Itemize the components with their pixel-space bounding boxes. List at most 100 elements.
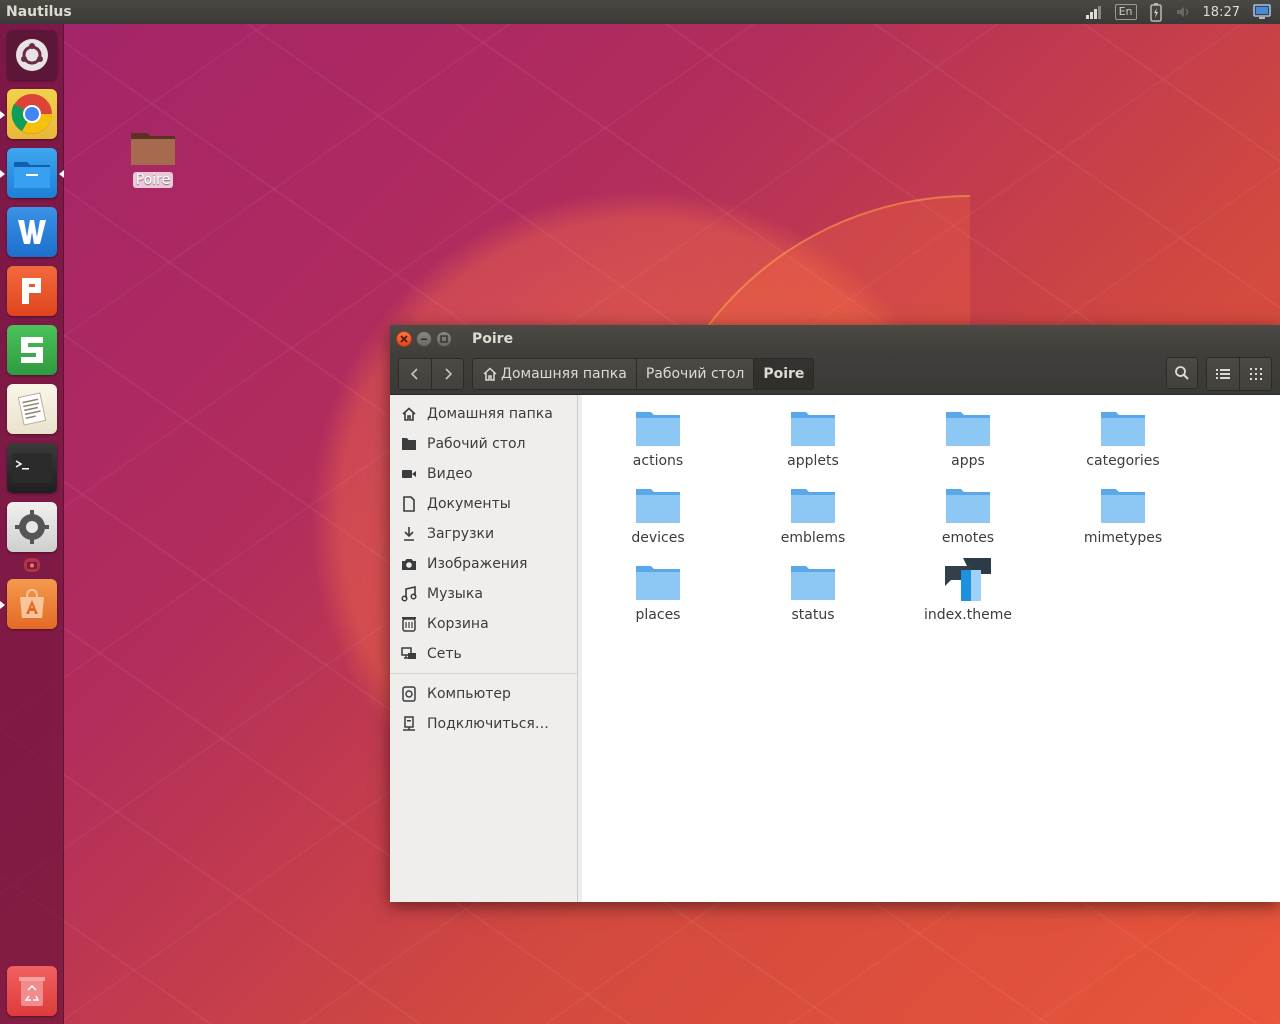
back-button[interactable] (399, 358, 431, 389)
software-center-icon[interactable] (7, 579, 57, 629)
sidebar-item-label: Документы (427, 496, 511, 512)
history-navigation (398, 357, 464, 390)
connect-server-icon (400, 715, 418, 733)
file-label: apps (951, 453, 985, 469)
sidebar-item-label: Изображения (427, 556, 528, 572)
sidebar-item-pictures[interactable]: Изображения (390, 549, 577, 579)
chevron-left-icon (410, 367, 418, 380)
keyboard-layout-indicator[interactable]: En (1114, 4, 1137, 20)
files-icon[interactable] (7, 148, 57, 198)
grid-view-button[interactable] (1239, 357, 1271, 390)
view-switcher (1206, 356, 1272, 391)
sidebar-item-trash[interactable]: Корзина (390, 609, 577, 639)
sidebar-item-downloads[interactable]: Загрузки (390, 519, 577, 549)
ubuntu-dash-icon[interactable] (7, 30, 57, 80)
sidebar-item-label: Компьютер (427, 686, 511, 702)
file-item-theme[interactable]: index.theme (908, 556, 1028, 623)
file-item-folder[interactable]: places (598, 563, 718, 623)
battery-icon[interactable] (1149, 2, 1163, 22)
breadcrumb-label: Poire (763, 365, 805, 382)
breadcrumb-label: Рабочий стол (645, 365, 745, 382)
desktop-folder-icon (400, 435, 418, 453)
maximize-icon (440, 335, 448, 343)
sidebar-item-label: Сеть (427, 646, 462, 662)
close-button[interactable] (396, 331, 412, 347)
video-icon (400, 465, 418, 483)
top-panel: Nautilus En 18:27 (0, 0, 1280, 24)
breadcrumb-current[interactable]: Poire (753, 358, 814, 389)
text-editor-icon[interactable] (7, 384, 57, 434)
file-label: status (791, 607, 835, 623)
file-item-folder[interactable]: devices (598, 486, 718, 546)
file-label: emblems (780, 530, 846, 546)
chrome-icon[interactable] (7, 89, 57, 139)
sidebar-item-label: Корзина (427, 616, 489, 632)
file-label: devices (631, 530, 685, 546)
file-item-folder[interactable]: emotes (908, 486, 1028, 546)
maximize-button[interactable] (436, 331, 452, 347)
folder-icon (790, 486, 836, 524)
folder-icon (635, 563, 681, 601)
file-view[interactable]: actions applets apps categories devices (578, 395, 1280, 902)
clock[interactable]: 18:27 (1203, 2, 1240, 22)
file-item-folder[interactable]: emblems (753, 486, 873, 546)
desktop-folder-label: Poire (132, 172, 174, 188)
search-button[interactable] (1166, 356, 1198, 389)
sidebar-item-network[interactable]: Сеть (390, 639, 577, 669)
file-item-folder[interactable]: actions (598, 409, 718, 469)
list-view-icon (1216, 368, 1230, 379)
file-item-folder[interactable]: apps (908, 409, 1028, 469)
folder-icon (130, 130, 176, 166)
active-indicator (59, 170, 64, 178)
wps-spreadsheets-icon[interactable] (7, 325, 57, 375)
sidebar-item-label: Домашняя папка (427, 406, 553, 422)
desktop-folder-poire[interactable]: Poire (128, 130, 178, 188)
breadcrumb-home[interactable]: Домашняя папка (473, 358, 636, 389)
breadcrumb-desktop[interactable]: Рабочий стол (635, 358, 754, 389)
folder-icon (790, 563, 836, 601)
file-item-folder[interactable]: mimetypes (1063, 486, 1183, 546)
document-icon (400, 495, 418, 513)
launcher (0, 24, 64, 1024)
minimize-button[interactable] (416, 331, 432, 347)
file-label: categories (1086, 453, 1160, 469)
window-title: Poire (472, 331, 514, 347)
sidebar-item-computer[interactable]: Компьютер (390, 679, 577, 709)
chevron-right-icon (444, 367, 452, 380)
theme-file-icon (943, 556, 993, 601)
trash-icon[interactable] (7, 966, 57, 1016)
sound-icon[interactable] (1175, 2, 1191, 22)
wps-presentation-icon[interactable] (7, 266, 57, 316)
screenshot-icon[interactable] (24, 558, 40, 572)
folder-icon (635, 409, 681, 447)
network-icon[interactable] (1085, 2, 1103, 22)
folder-icon (945, 409, 991, 447)
session-icon[interactable] (1252, 2, 1272, 22)
file-item-folder[interactable]: applets (753, 409, 873, 469)
file-item-folder[interactable]: status (753, 563, 873, 623)
file-label: actions (632, 453, 684, 469)
sidebar-item-home[interactable]: Домашняя папка (390, 399, 577, 429)
sidebar-item-label: Подключиться… (427, 716, 549, 732)
sidebar-item-videos[interactable]: Видео (390, 459, 577, 489)
system-settings-icon[interactable] (7, 502, 57, 552)
sidebar-item-desktop[interactable]: Рабочий стол (390, 429, 577, 459)
wps-writer-icon[interactable] (7, 207, 57, 257)
file-label: places (635, 607, 681, 623)
file-label: applets (787, 453, 839, 469)
list-view-button[interactable] (1207, 357, 1239, 390)
file-item-folder[interactable]: categories (1063, 409, 1183, 469)
sidebar-item-documents[interactable]: Документы (390, 489, 577, 519)
window-titlebar[interactable]: Poire (390, 325, 1280, 353)
close-icon (400, 335, 408, 343)
running-indicator (0, 111, 5, 119)
home-icon (483, 366, 497, 381)
network-icon (400, 645, 418, 663)
forward-button[interactable] (431, 358, 463, 389)
terminal-icon[interactable] (7, 443, 57, 493)
sidebar-item-connect-server[interactable]: Подключиться… (390, 709, 577, 739)
breadcrumb: Домашняя папка Рабочий стол Poire (472, 357, 815, 390)
file-label: index.theme (924, 607, 1012, 623)
sidebar-item-music[interactable]: Музыка (390, 579, 577, 609)
running-indicator (0, 170, 5, 178)
